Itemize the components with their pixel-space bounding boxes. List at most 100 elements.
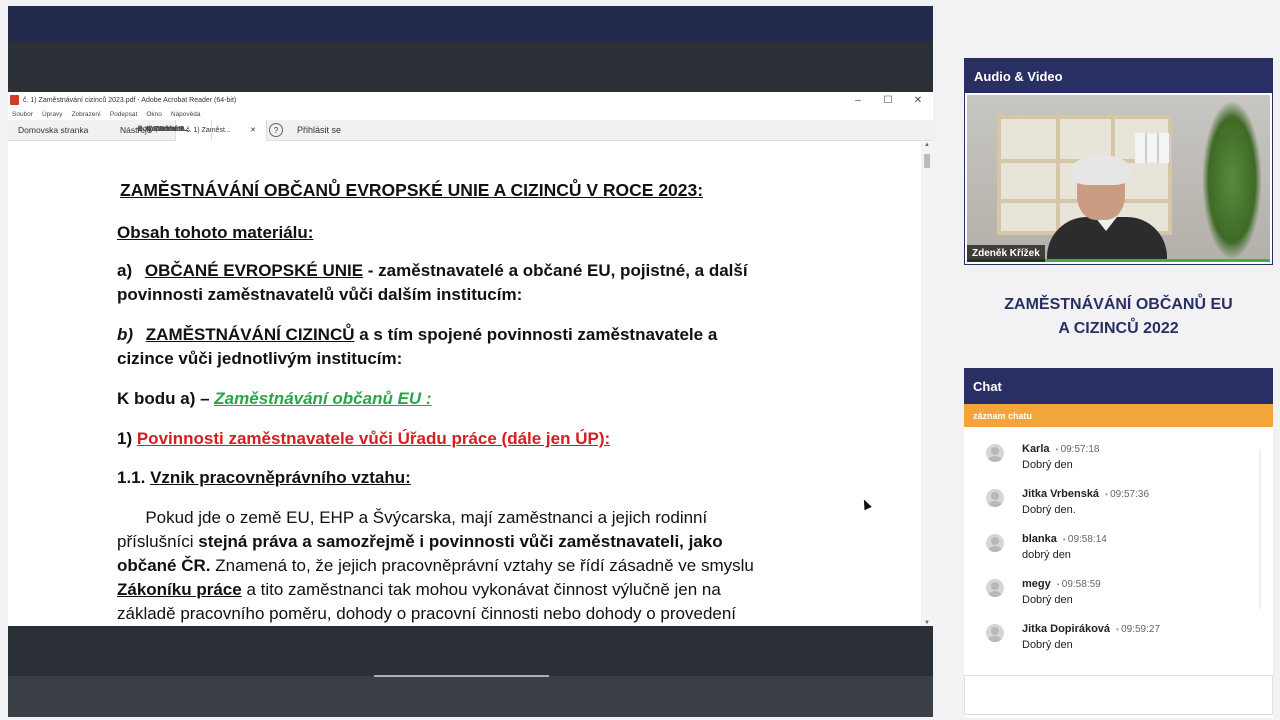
chat-author: megy bbox=[1022, 578, 1051, 590]
chat-input-box[interactable] bbox=[964, 675, 1273, 715]
avatar bbox=[986, 444, 1004, 462]
chat-message: Karla 09:57:18 Dobrý den bbox=[964, 439, 1273, 484]
chat-record-link[interactable]: záznam chatu bbox=[964, 404, 1273, 427]
menu-soubor[interactable]: Soubor bbox=[12, 111, 33, 118]
scroll-thumb[interactable] bbox=[924, 154, 930, 168]
item-b-heading: ZAMĚSTNÁVÁNÍ CIZINCŮ bbox=[145, 325, 355, 344]
acrobat-window: č. 1) Zaměstnávání cizinců 2023.pdf - Ad… bbox=[8, 92, 933, 626]
chat-text: Dobrý den. bbox=[1022, 504, 1076, 516]
screen-progress-marker bbox=[374, 675, 549, 677]
point-1-prefix: 1) bbox=[117, 429, 137, 448]
item-a-heading: OBČANÉ EVROPSKÉ UNIE bbox=[144, 261, 364, 280]
maximize-button[interactable]: ☐ bbox=[873, 95, 903, 106]
item-b-text: a s tím spojené povinnosti zaměstnavatel… bbox=[354, 325, 718, 344]
chat-author: blanka bbox=[1022, 533, 1057, 545]
item-a-line2: povinnosti zaměstnavatelů vůči dalším in… bbox=[117, 285, 523, 304]
document-scrollbar[interactable]: ▲ ▼ bbox=[921, 142, 933, 626]
chat-panel: Chat záznam chatu Karla 09:57:18 Dobrý de… bbox=[964, 368, 1273, 718]
chat-text: dobrý den bbox=[1022, 549, 1071, 561]
acrobat-titlebar: č. 1) Zaměstnávání cizinců 2023.pdf - Ad… bbox=[8, 92, 933, 108]
paragraph-text: a tito zaměstnanci tak mohou vykonávat č… bbox=[241, 580, 721, 599]
chat-time: 09:59:27 bbox=[1116, 624, 1160, 635]
help-icon[interactable]: ? bbox=[269, 123, 283, 137]
menu-upravy[interactable]: Úpravy bbox=[42, 111, 63, 118]
contents-heading: Obsah tohoto materiálu: bbox=[117, 223, 314, 242]
speaker-figure bbox=[1047, 155, 1167, 262]
paragraph-bold: stejná práva a samozřejmě i povinnosti v… bbox=[198, 532, 723, 551]
chat-message: blanka 09:58:14 dobrý den bbox=[964, 529, 1273, 574]
menu-okno[interactable]: Okno bbox=[146, 111, 162, 118]
avatar bbox=[986, 624, 1004, 642]
pdf-icon bbox=[10, 95, 19, 105]
paragraph-line-2: příslušníci stejná práva a samozřejmě i … bbox=[117, 530, 723, 554]
paragraph-line-1: Pokud jde o země EU, EHP a Švýcarska, ma… bbox=[117, 508, 708, 527]
k-bodu-label: K bodu a) – bbox=[117, 389, 215, 408]
video-plant bbox=[1202, 100, 1262, 260]
labour-code-link: Zákoníku práce bbox=[117, 580, 242, 599]
chat-message: Jitka Dopiráková 09:59:27 Dobrý den bbox=[964, 619, 1273, 664]
audio-video-panel: Audio & Video Zdeněk Křížek bbox=[964, 58, 1273, 265]
chat-author: Karla bbox=[1022, 443, 1050, 455]
screen-dark-area bbox=[8, 42, 933, 92]
screen-footer-band bbox=[8, 676, 933, 717]
chat-scrollbar[interactable] bbox=[1259, 449, 1261, 609]
point-1-heading: Povinnosti zaměstnavatele vůči Úřadu prá… bbox=[136, 429, 611, 448]
chat-text: Dobrý den bbox=[1022, 459, 1073, 471]
window-controls: – ☐ ✕ bbox=[843, 95, 933, 106]
tab-home[interactable]: Domovska stranka bbox=[8, 120, 110, 141]
point-1-1-heading: Vznik pracovněprávního vztahu: bbox=[150, 468, 411, 487]
paragraph-line-4: Zákoníku práce a tito zaměstnanci tak mo… bbox=[117, 578, 721, 602]
signin-button[interactable]: Přihlásit se bbox=[283, 125, 353, 135]
chat-text: Dobrý den bbox=[1022, 639, 1073, 651]
chat-time: 09:58:59 bbox=[1057, 579, 1101, 590]
chat-time: 09:57:18 bbox=[1056, 444, 1100, 455]
avatar bbox=[986, 534, 1004, 552]
menu-zobrazeni[interactable]: Zobrazení bbox=[72, 111, 101, 118]
chat-input[interactable] bbox=[965, 676, 1272, 714]
webinar-title-line-1: ZAMĚSTNÁVÁNÍ OBČANŮ EU bbox=[1004, 296, 1233, 313]
webinar-title: ZAMĚSTNÁVÁNÍ OBČANŮ EU A CIZINCŮ 2022 bbox=[964, 285, 1273, 365]
paragraph-bold: občané ČR. bbox=[117, 556, 211, 575]
chat-time: 09:58:14 bbox=[1063, 534, 1107, 545]
item-a-prefix: a) bbox=[117, 261, 133, 280]
item-b-prefix: b) bbox=[117, 325, 134, 344]
menu-napoveda[interactable]: Nápověda bbox=[171, 111, 201, 118]
chat-message: megy 09:58:59 Dobrý den bbox=[964, 574, 1273, 619]
minimize-button[interactable]: – bbox=[843, 95, 873, 106]
scroll-up-icon[interactable]: ▲ bbox=[921, 142, 933, 148]
document-title: ZAMĚSTNÁVÁNÍ OBČANŮ EVROPSKÉ UNIE A CIZI… bbox=[120, 180, 704, 200]
point-1-line: 1) Povinnosti zaměstnavatele vůči Úřadu … bbox=[117, 427, 610, 451]
chat-message: Jitka Vrbenská 09:57:36 Dobrý den. bbox=[964, 484, 1273, 529]
paragraph-text: Znamená to, že jejich pracovněprávní vzt… bbox=[210, 556, 754, 575]
tab-document[interactable]: č. 7) INFORMA... bbox=[117, 119, 212, 141]
close-tab-icon[interactable]: ✕ bbox=[250, 126, 256, 134]
speaker-name-tag: Zdeněk Křížek bbox=[967, 245, 1045, 262]
tab-bar: Domovska stranka Nástroje č. 1) Zaměst..… bbox=[8, 119, 933, 141]
menu-podepsat[interactable]: Podepsat bbox=[110, 111, 137, 118]
webinar-title-line-2: A CIZINCŮ 2022 bbox=[1058, 320, 1179, 337]
screen-top-band bbox=[8, 6, 933, 42]
paragraph-line-3: občané ČR. Znamená to, že jejich pracovn… bbox=[117, 554, 754, 578]
webinar-sidebar: Audio & Video Zdeněk Křížek ZAMĚSTNÁVÁNÍ… bbox=[964, 58, 1273, 718]
shared-screen: č. 1) Zaměstnávání cizinců 2023.pdf - Ad… bbox=[8, 6, 933, 717]
chat-message-list[interactable]: Karla 09:57:18 Dobrý den Jitka Vrbenská 09… bbox=[964, 427, 1273, 672]
chat-time: 09:57:36 bbox=[1105, 489, 1149, 500]
speaker-video[interactable]: Zdeněk Křížek bbox=[965, 93, 1272, 264]
close-window-button[interactable]: ✕ bbox=[903, 95, 933, 106]
avatar bbox=[986, 489, 1004, 507]
point-1-1-prefix: 1.1. bbox=[117, 468, 151, 487]
mouse-cursor-icon bbox=[860, 497, 872, 511]
document-view: ZAMĚSTNÁVÁNÍ OBČANŮ EVROPSKÉ UNIE A CIZI… bbox=[8, 142, 933, 626]
item-b-line2: cizince vůči jednotlivým institucím: bbox=[117, 349, 403, 368]
item-a-text: - zaměstnavatelé a občané EU, pojistné, … bbox=[363, 261, 748, 280]
paragraph-line-5: základě pracovního poměru, dohody o prac… bbox=[117, 604, 737, 623]
point-1-1-line: 1.1. Vznik pracovněprávního vztahu: bbox=[117, 466, 411, 490]
item-a-line1: a) OBČANÉ EVROPSKÉ UNIE - zaměstnavatelé… bbox=[117, 259, 748, 283]
chat-author: Jitka Vrbenská bbox=[1022, 488, 1100, 500]
chat-author: Jitka Dopiráková bbox=[1022, 623, 1111, 635]
k-bodu-line: K bodu a) – Zaměstnávání občanů EU : bbox=[117, 387, 432, 411]
eu-citizens-heading: Zaměstnávání občanů EU : bbox=[214, 389, 432, 408]
chat-text: Dobrý den bbox=[1022, 594, 1073, 606]
paragraph-text: příslušníci bbox=[117, 532, 199, 551]
avatar bbox=[986, 579, 1004, 597]
